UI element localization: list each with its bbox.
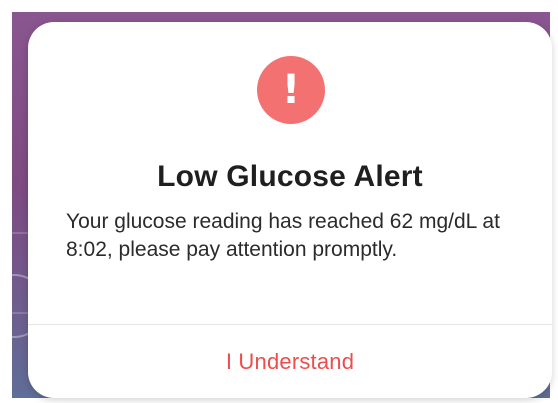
alert-title: Low Glucose Alert (157, 160, 423, 193)
exclamation-glyph: ! (281, 67, 301, 113)
exclamation-icon: ! (257, 56, 325, 124)
screen: ! Low Glucose Alert Your glucose reading… (0, 0, 558, 403)
low-glucose-alert-dialog: ! Low Glucose Alert Your glucose reading… (28, 22, 552, 398)
i-understand-button[interactable]: I Understand (28, 325, 552, 398)
alert-message: Your glucose reading has reached 62 mg/d… (66, 210, 500, 261)
